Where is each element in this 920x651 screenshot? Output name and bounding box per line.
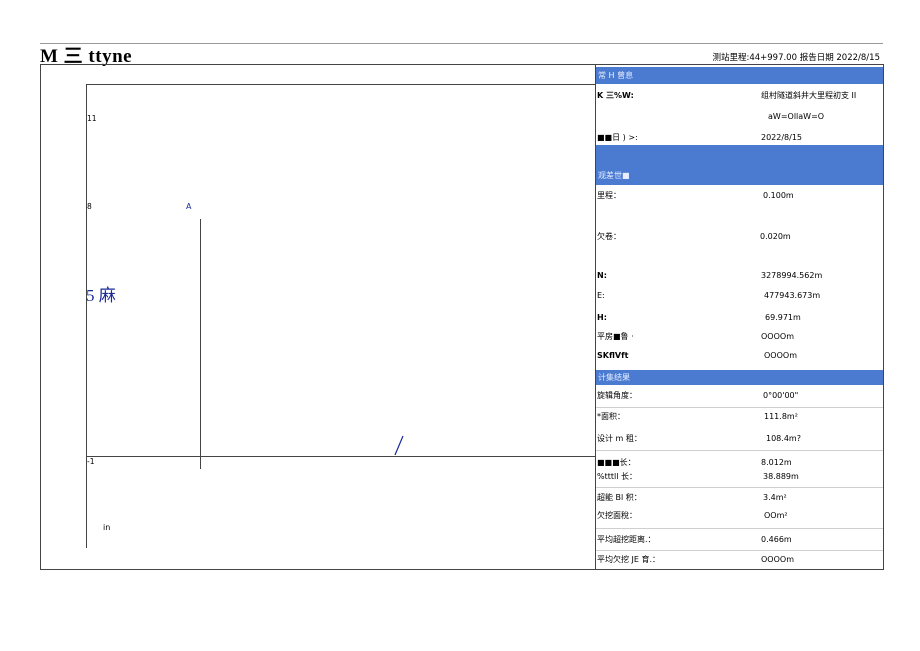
y-tick-label: 11 bbox=[87, 114, 97, 123]
result-value: 3.4m² bbox=[763, 493, 787, 502]
deviation-label: 欠卷： bbox=[597, 232, 621, 241]
deviation-value: 0.100m bbox=[763, 191, 794, 200]
deviation-label: SKflVft bbox=[597, 351, 629, 360]
result-value: 8.012m bbox=[761, 458, 792, 467]
y-tick-label: -1 bbox=[87, 457, 95, 466]
result-row: 平均超挖距离.： 0.466m bbox=[596, 534, 883, 546]
row-divider bbox=[596, 450, 883, 451]
deviation-value: 0.020m bbox=[760, 232, 791, 241]
general-row: aW=OllaW=O bbox=[596, 111, 883, 123]
result-label: *面积： bbox=[597, 412, 625, 421]
result-label: 设计 m 租： bbox=[597, 434, 642, 443]
result-row: *面积： 111.8m² bbox=[596, 411, 883, 423]
result-label: 平均超挖距离.： bbox=[597, 535, 656, 544]
general-row: K 三%W: 组村隧道斜井大里程初支 II bbox=[596, 90, 883, 102]
deviation-row: 里程： 0.100m bbox=[596, 190, 883, 202]
result-label: 超能 Bl 积： bbox=[597, 493, 642, 502]
deviation-value: 477943.673m bbox=[764, 291, 821, 300]
result-label: 欠挖面稅： bbox=[597, 511, 637, 520]
deviation-row: 平房■鲁 · OOOOm bbox=[596, 331, 883, 343]
row-divider bbox=[596, 528, 883, 529]
y-tick-label: 8 bbox=[87, 202, 92, 211]
result-row: 超能 Bl 积： 3.4m² bbox=[596, 492, 883, 504]
result-value: OOOOm bbox=[761, 555, 794, 564]
general-value: aW=OllaW=O bbox=[768, 112, 825, 121]
general-label: K 三%W: bbox=[597, 91, 634, 100]
plot-center-line bbox=[200, 219, 201, 469]
row-divider bbox=[596, 407, 883, 408]
plot-bottom-label: in bbox=[103, 523, 111, 532]
deviation-label: H: bbox=[597, 313, 607, 322]
row-divider bbox=[596, 487, 883, 488]
result-value: 0.466m bbox=[761, 535, 792, 544]
plot-section-label: 5 麻 bbox=[86, 286, 116, 305]
general-label: ■■日 ) >: bbox=[597, 133, 638, 142]
result-row: %tttll 长： 38.889m bbox=[596, 471, 883, 483]
deviation-row: E: 477943.673m bbox=[596, 290, 883, 302]
deviation-value: OOOOm bbox=[764, 351, 797, 360]
result-row: 欠挖面稅： OOm² bbox=[596, 510, 883, 522]
result-label: 旋辑角度： bbox=[597, 391, 637, 400]
deviation-label: E: bbox=[597, 291, 605, 300]
result-value: 0°00'00" bbox=[763, 391, 799, 400]
plot-marker-a: A bbox=[186, 202, 192, 211]
result-label: 平均欠挖 JE 育.： bbox=[597, 555, 661, 564]
plot-left-axis bbox=[86, 84, 87, 548]
deviation-value: 69.971m bbox=[765, 313, 801, 322]
deviation-row: 欠卷： 0.020m bbox=[596, 231, 883, 243]
result-value: 38.889m bbox=[763, 472, 799, 481]
general-value: 组村隧道斜井大里程初支 II bbox=[761, 91, 857, 100]
plot-top-border bbox=[86, 84, 595, 85]
general-row: ■■日 ) >: 2022/8/15 bbox=[596, 132, 883, 144]
deviation-row: N: 3278994.562m bbox=[596, 270, 883, 282]
deviation-row: SKflVft OOOOm bbox=[596, 350, 883, 362]
report-header-info: 测站里程:44+997.00 报告日期 2022/8/15 bbox=[712, 53, 880, 63]
deviation-label: 里程： bbox=[597, 191, 621, 200]
deviation-label: 平房■鲁 · bbox=[597, 332, 634, 341]
result-row: 设计 m 租： 108.4m? bbox=[596, 433, 883, 445]
result-row: 旋辑角度： 0°00'00" bbox=[596, 390, 883, 402]
result-value: 111.8m² bbox=[764, 412, 798, 421]
plot-x-axis bbox=[86, 456, 595, 457]
deviation-label: N: bbox=[597, 271, 607, 280]
result-label: %tttll 长： bbox=[597, 472, 637, 481]
data-panel: 常 H 曾息 K 三%W: 组村隧道斜井大里程初支 II aW=OllaW=O … bbox=[595, 64, 883, 569]
row-divider bbox=[596, 550, 883, 551]
result-label: ■■■长： bbox=[597, 458, 636, 467]
section-header-deviation: 观差世■ bbox=[596, 145, 883, 185]
section-header-general: 常 H 曾息 bbox=[596, 67, 883, 84]
result-value: OOm² bbox=[764, 511, 788, 520]
deviation-value: 3278994.562m bbox=[761, 271, 823, 280]
section-header-results: 计集结果 bbox=[596, 370, 883, 385]
result-row: 平均欠挖 JE 育.： OOOOm bbox=[596, 554, 883, 566]
deviation-row: H: 69.971m bbox=[596, 312, 883, 324]
deviation-value: OOOOm bbox=[761, 332, 794, 341]
top-rule bbox=[40, 43, 883, 44]
result-value: 108.4m? bbox=[766, 434, 801, 443]
result-row: ■■■长： 8.012m bbox=[596, 457, 883, 469]
general-value: 2022/8/15 bbox=[761, 133, 803, 142]
